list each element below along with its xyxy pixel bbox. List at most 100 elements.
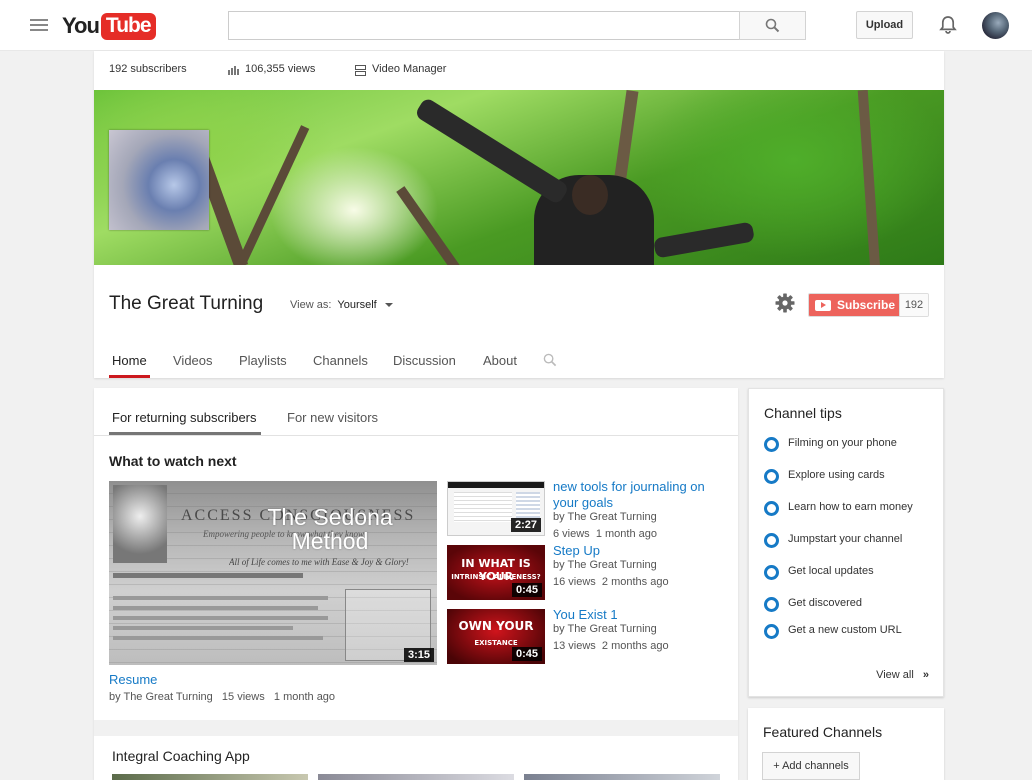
tip-label[interactable]: Get a new custom URL <box>788 624 938 637</box>
channel-avatar[interactable] <box>109 130 209 230</box>
subscriber-count: 192 subscribers <box>109 63 187 75</box>
subscribe-label-area[interactable]: Subscribe <box>809 294 899 316</box>
hamburger-menu-icon[interactable] <box>30 19 48 33</box>
chevron-down-icon[interactable] <box>384 303 393 308</box>
tip-label[interactable]: Explore using cards <box>788 469 938 482</box>
playlist-thumbnail[interactable] <box>112 774 308 780</box>
channel-tips-card: Channel tips Filming on your phone Explo… <box>748 388 944 697</box>
gear-icon[interactable] <box>774 292 796 314</box>
tab-channels[interactable]: Channels <box>313 353 368 368</box>
video-thumbnail[interactable]: IN WHAT IS YOUR INTRINSIC ALIVENESS? 0:4… <box>447 545 545 600</box>
view-as-selector[interactable]: View as: Yourself <box>290 299 393 311</box>
subscribe-button[interactable]: Subscribe 192 <box>808 293 929 317</box>
video-thumbnail[interactable]: 2:27 <box>447 481 545 536</box>
view-count: 106,355 views <box>245 63 316 75</box>
notifications-bell-icon[interactable] <box>937 14 959 36</box>
thumb-text: OWN YOUR <box>458 619 534 633</box>
account-avatar[interactable] <box>982 12 1009 39</box>
subscriber-count-badge: 192 <box>899 294 928 316</box>
channel-tips-title: Channel tips <box>764 405 842 421</box>
views-chart-icon <box>228 66 240 76</box>
youtube-logo[interactable]: You Tube <box>62 12 156 40</box>
playlist-thumbnail[interactable] <box>318 774 514 780</box>
featured-channels-card: Featured Channels + Add channels <box>748 708 944 780</box>
video-duration: 2:27 <box>510 518 541 532</box>
thumb-subtext: INTRINSIC ALIVENESS? <box>451 573 541 581</box>
tip-label[interactable]: Learn how to earn money <box>788 501 938 514</box>
add-channels-button[interactable]: + Add channels <box>762 752 860 780</box>
video-manager-icon[interactable] <box>355 65 366 76</box>
tab-videos[interactable]: Videos <box>173 353 213 368</box>
featured-video-thumbnail[interactable]: ACCESS CONSCIOUSNESS Empowering people t… <box>109 481 437 665</box>
tip-label[interactable]: Get discovered <box>788 597 938 610</box>
video-meta: 16 views 2 months ago <box>553 575 669 590</box>
search-input[interactable] <box>229 12 734 39</box>
channel-tabs: Home Videos Playlists Channels Discussio… <box>94 341 944 378</box>
tip-ring-icon <box>764 533 779 548</box>
logo-tube-text: Tube <box>100 12 156 40</box>
video-title[interactable]: You Exist 1 <box>553 607 618 623</box>
video-views: 15 views <box>221 691 265 703</box>
thumb-overlay-line1: The Sedona <box>267 504 393 530</box>
thumb-quote: All of Life comes to me with Ease & Joy … <box>229 557 409 567</box>
search-button[interactable] <box>739 11 806 40</box>
video-thumbnail[interactable]: OWN YOUR EXISTANCE 0:45 <box>447 609 545 664</box>
video-age: 1 month ago <box>273 691 336 703</box>
view-as-value[interactable]: Yourself <box>337 299 376 311</box>
upload-button[interactable]: Upload <box>856 11 913 39</box>
tip-ring-icon <box>764 501 779 516</box>
tab-about[interactable]: About <box>483 353 517 368</box>
subscribe-label: Subscribe <box>837 298 896 312</box>
video-manager-link[interactable]: Video Manager <box>372 63 446 75</box>
playlist-thumbnail[interactable] <box>524 774 720 780</box>
playlist-section-title[interactable]: Integral Coaching App <box>112 748 250 764</box>
tip-label[interactable]: Filming on your phone <box>788 437 938 450</box>
video-views: 13 views <box>553 640 596 652</box>
tab-playlists[interactable]: Playlists <box>239 353 287 368</box>
featured-video-title[interactable]: Resume <box>109 672 157 688</box>
video-title[interactable]: Step Up <box>553 543 600 559</box>
view-all-label[interactable]: View all <box>876 669 914 681</box>
video-meta: 13 views 2 months ago <box>553 639 669 654</box>
view-as-label: View as: <box>290 299 332 311</box>
channel-search-icon[interactable] <box>543 353 557 367</box>
video-duration: 0:45 <box>511 647 542 661</box>
search-box <box>228 11 806 40</box>
tip-label[interactable]: Get local updates <box>788 565 938 578</box>
channel-stats-bar: 192 subscribers 106,355 views Video Mana… <box>94 51 944 90</box>
video-duration: 3:15 <box>403 648 434 662</box>
subtab-new-visitors[interactable]: For new visitors <box>287 410 378 425</box>
view-all-link[interactable]: View all » <box>876 669 929 681</box>
thumb-subtext: EXISTANCE <box>474 639 518 647</box>
featured-channels-title: Featured Channels <box>763 724 883 740</box>
tip-label[interactable]: Jumpstart your channel <box>788 533 938 546</box>
channel-home-feed: For returning subscribers For new visito… <box>94 388 738 780</box>
video-age: 1 month ago <box>595 528 657 540</box>
tip-ring-icon <box>764 624 779 639</box>
tip-ring-icon <box>764 469 779 484</box>
video-title[interactable]: new tools for journaling on your goals <box>553 479 723 511</box>
masthead: You Tube Upload <box>0 0 1032 51</box>
tab-discussion[interactable]: Discussion <box>393 353 456 368</box>
section-title: What to watch next <box>109 453 237 469</box>
video-age: 2 months ago <box>601 640 669 652</box>
video-channel[interactable]: by The Great Turning <box>109 691 213 703</box>
channel-header: 192 subscribers 106,355 views Video Mana… <box>94 51 944 378</box>
video-duration: 0:45 <box>511 583 542 597</box>
tip-ring-icon <box>764 565 779 580</box>
video-channel[interactable]: by The Great Turning <box>553 558 657 573</box>
featured-video-meta: by The Great Turning 15 views 1 month ag… <box>109 690 335 705</box>
tab-home[interactable]: Home <box>109 353 150 378</box>
channel-banner: G+ <box>94 90 944 265</box>
search-icon <box>765 18 780 33</box>
tip-ring-icon <box>764 437 779 452</box>
video-channel[interactable]: by The Great Turning <box>553 622 657 637</box>
thumb-overlay-line2: Method <box>291 528 369 554</box>
subtab-returning-subscribers[interactable]: For returning subscribers <box>109 410 260 435</box>
video-age: 2 months ago <box>601 576 669 588</box>
channel-title: The Great Turning <box>109 293 264 314</box>
video-meta: 6 views 1 month ago <box>553 527 657 542</box>
video-views: 16 views <box>553 576 596 588</box>
video-channel[interactable]: by The Great Turning <box>553 510 657 525</box>
chevron-right-icon: » <box>922 669 929 681</box>
